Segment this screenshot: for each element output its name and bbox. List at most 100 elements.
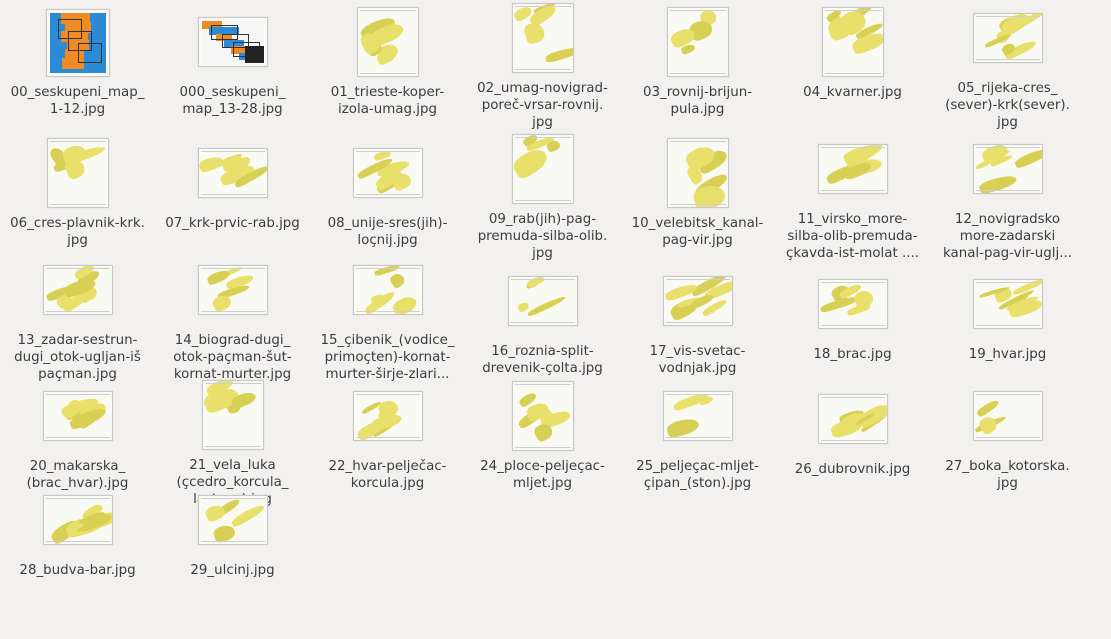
file-item[interactable]: 01_trieste-koper- izola-umag.jpg [310, 0, 465, 131]
file-item[interactable]: 24_ploce-peljeçac- mljet.jpg [465, 377, 620, 492]
file-name-label[interactable]: 02_umag-novigrad- poreč-vrsar-rovnij. jp… [473, 80, 613, 131]
file-name-label[interactable]: 06_cres-plavnik-krk. jpg [8, 215, 148, 249]
file-item[interactable]: 17_vis-svetac- vodnjak.jpg [620, 262, 775, 377]
nautical-chart-thumbnail[interactable] [972, 144, 1043, 194]
file-item[interactable]: 09_rab(jih)-pag- premuda-silba-olib. jpg [465, 131, 620, 262]
file-item[interactable]: 19_hvar.jpg [930, 262, 1085, 377]
nautical-chart-thumbnail[interactable] [662, 391, 733, 441]
file-name-label[interactable]: 25_peljeçac-mljet- çipan_(ston).jpg [628, 458, 768, 492]
file-item[interactable]: 16_roznia-split- drevenik-çolta.jpg [465, 262, 620, 377]
nautical-chart-thumbnail[interactable] [821, 7, 884, 77]
file-item[interactable]: 00_seskupeni_map_ 1-12.jpg [0, 0, 155, 131]
file-item[interactable]: 08_unije-sres(jih)- loçnij.jpg [310, 131, 465, 262]
file-name-label[interactable]: 11_virsko_more- silba-olib-premuda- çkav… [783, 211, 923, 262]
chart-border-line [820, 440, 885, 441]
file-name-label[interactable]: 17_vis-svetac- vodnjak.jpg [628, 343, 768, 377]
file-item[interactable]: 11_virsko_more- silba-olib-premuda- çkav… [775, 131, 930, 262]
file-name-label[interactable]: 09_rab(jih)-pag- premuda-silba-olib. jpg [473, 211, 613, 262]
file-name-label[interactable]: 07_krk-prvic-rab.jpg [163, 215, 303, 232]
file-name-label[interactable]: 20_makarska_ (brac_hvar).jpg [8, 458, 148, 492]
chart-border-line [45, 268, 110, 269]
thumbnail-area [0, 495, 155, 555]
file-name-label[interactable]: 26_dubrovnik.jpg [783, 461, 923, 478]
file-name-label[interactable]: 01_trieste-koper- izola-umag.jpg [318, 84, 458, 118]
file-item[interactable]: 03_rovnij-brijun- pula.jpg [620, 0, 775, 131]
file-name-label[interactable]: 05_rijeka-cres_ (sever)-krk(sever). jpg [938, 80, 1078, 131]
file-name-label[interactable]: 13_zadar-sestrun- dugi_otok-ugljan-iš pa… [8, 332, 148, 383]
nautical-chart-thumbnail[interactable] [972, 391, 1043, 441]
file-item[interactable]: 18_brac.jpg [775, 262, 930, 377]
nautical-chart-thumbnail[interactable] [666, 138, 729, 208]
nautical-chart-thumbnail[interactable] [666, 7, 729, 77]
nautical-chart-thumbnail[interactable] [817, 279, 888, 329]
nautical-chart-thumbnail[interactable] [972, 13, 1043, 63]
nautical-chart-thumbnail[interactable] [356, 7, 419, 77]
file-name-label[interactable]: 19_hvar.jpg [938, 346, 1078, 363]
nautical-chart-thumbnail[interactable] [511, 3, 574, 73]
file-item[interactable]: 29_ulcinj.jpg [155, 492, 310, 578]
file-item[interactable]: 14_biograd-dugi_ otok-paçman-šut- kornat… [155, 262, 310, 382]
nautical-chart-thumbnail[interactable] [511, 134, 574, 204]
chart-border-line [975, 190, 1040, 191]
file-item[interactable]: 06_cres-plavnik-krk. jpg [0, 131, 155, 262]
chart-border-line [514, 69, 571, 70]
chart-border-line [45, 437, 110, 438]
nautical-chart-thumbnail[interactable] [201, 380, 264, 450]
file-name-label[interactable]: 16_roznia-split- drevenik-çolta.jpg [473, 343, 613, 377]
chart-border-line [355, 437, 420, 438]
nautical-chart-thumbnail[interactable] [662, 276, 733, 326]
file-item[interactable]: 05_rijeka-cres_ (sever)-krk(sever). jpg [930, 0, 1085, 131]
nautical-chart-thumbnail[interactable] [197, 265, 268, 315]
nautical-chart-thumbnail[interactable] [197, 148, 268, 198]
nautical-chart-thumbnail[interactable] [352, 265, 423, 315]
file-name-label[interactable]: 18_brac.jpg [783, 346, 923, 363]
file-item[interactable]: 25_peljeçac-mljet- çipan_(ston).jpg [620, 377, 775, 492]
file-name-label[interactable]: 15_çibenik_(vodice_ primoçten)-kornat- m… [318, 332, 458, 383]
file-item[interactable]: 04_kvarner.jpg [775, 0, 930, 131]
file-name-label[interactable]: 00_seskupeni_map_ 1-12.jpg [8, 84, 148, 118]
nautical-chart-thumbnail[interactable] [507, 276, 578, 326]
nautical-chart-thumbnail[interactable] [817, 394, 888, 444]
file-item[interactable]: 000_seskupeni_ map_13-28.jpg [155, 0, 310, 131]
file-name-label[interactable]: 22_hvar-pelječac- korcula.jpg [318, 458, 458, 492]
nautical-chart-thumbnail[interactable] [817, 144, 888, 194]
file-name-label[interactable]: 000_seskupeni_ map_13-28.jpg [163, 84, 303, 118]
file-name-label[interactable]: 08_unije-sres(jih)- loçnij.jpg [318, 215, 458, 249]
file-item[interactable]: 22_hvar-pelječac- korcula.jpg [310, 377, 465, 492]
file-name-label[interactable]: 03_rovnij-brijun- pula.jpg [628, 84, 768, 118]
file-name-label[interactable]: 27_boka_kotorska. jpg [938, 458, 1078, 492]
chart-border-line [200, 268, 265, 269]
map-overview-thumbnail[interactable] [45, 9, 110, 77]
file-item[interactable]: 20_makarska_ (brac_hvar).jpg [0, 377, 155, 492]
chart-border-line [669, 10, 726, 11]
file-name-label[interactable]: 14_biograd-dugi_ otok-paçman-šut- kornat… [163, 332, 303, 383]
chart-border-line [665, 437, 730, 438]
file-item[interactable]: 27_boka_kotorska. jpg [930, 377, 1085, 492]
file-name-label[interactable]: 28_budva-bar.jpg [8, 562, 148, 579]
file-item[interactable]: 28_budva-bar.jpg [0, 492, 155, 578]
file-item[interactable]: 21_vela_luka (çcedro_korcula_ lastovo).j… [155, 377, 310, 507]
file-name-label[interactable]: 29_ulcinj.jpg [163, 562, 303, 579]
file-name-label[interactable]: 12_novigradsko more-zadarski kanal-pag-v… [938, 211, 1078, 262]
file-item[interactable]: 10_velebitsk_kanal- pag-vir.jpg [620, 131, 775, 262]
nautical-chart-thumbnail[interactable] [352, 148, 423, 198]
nautical-chart-thumbnail[interactable] [42, 391, 113, 441]
file-item[interactable]: 26_dubrovnik.jpg [775, 377, 930, 492]
nautical-chart-thumbnail[interactable] [352, 391, 423, 441]
file-item[interactable]: 15_çibenik_(vodice_ primoçten)-kornat- m… [310, 262, 465, 382]
nautical-chart-thumbnail[interactable] [46, 138, 109, 208]
file-name-label[interactable]: 24_ploce-peljeçac- mljet.jpg [473, 458, 613, 492]
file-item[interactable]: 12_novigradsko more-zadarski kanal-pag-v… [930, 131, 1085, 262]
file-item[interactable]: 07_krk-prvic-rab.jpg [155, 131, 310, 262]
chart-border-line [975, 437, 1040, 438]
file-name-label[interactable]: 04_kvarner.jpg [783, 84, 923, 101]
nautical-chart-thumbnail[interactable] [511, 381, 574, 451]
nautical-chart-thumbnail[interactable] [42, 495, 113, 545]
nautical-chart-thumbnail[interactable] [197, 495, 268, 545]
map-overview-thumbnail[interactable] [197, 17, 268, 67]
file-item[interactable]: 02_umag-novigrad- poreč-vrsar-rovnij. jp… [465, 0, 620, 131]
file-item[interactable]: 13_zadar-sestrun- dugi_otok-ugljan-iš pa… [0, 262, 155, 382]
nautical-chart-thumbnail[interactable] [972, 279, 1043, 329]
nautical-chart-thumbnail[interactable] [42, 265, 113, 315]
file-name-label[interactable]: 10_velebitsk_kanal- pag-vir.jpg [628, 215, 768, 249]
